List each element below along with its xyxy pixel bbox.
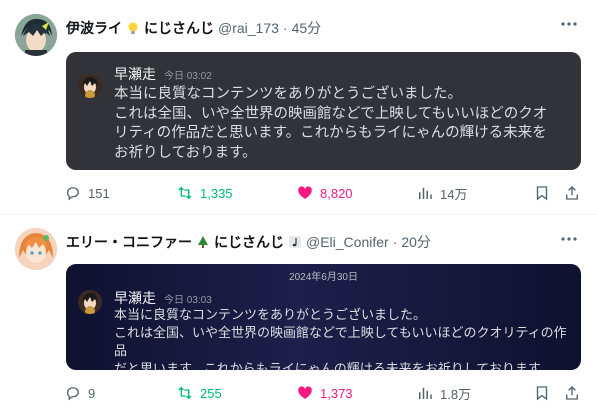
card-avatar (78, 290, 102, 314)
reply-button[interactable]: 9 (64, 381, 95, 405)
more-icon[interactable] (559, 229, 579, 249)
action-bar: 9 255 1,373 1.8万 (60, 381, 587, 405)
card-header: 早瀬走 今日 03:03 (114, 288, 212, 308)
card-line: 本当に良質なコンテンツをありがとうございました。 (114, 307, 427, 322)
share-button[interactable] (563, 381, 581, 405)
card-line: これは全国、いや全世界の映画館などで上映してもいいほどのクオリティの作品 (114, 325, 567, 358)
repost-count: 255 (200, 385, 222, 401)
post-eli[interactable]: エリー・コニファー にじさんじ @Eli_Conifer · 20分 2024年… (0, 0, 597, 402)
like-button[interactable]: 1,373 (296, 381, 353, 405)
display-name[interactable]: エリー・コニファー (66, 232, 192, 252)
views-count: 1.8万 (440, 386, 472, 402)
repost-icon (178, 386, 192, 400)
card-date-divider: 2024年6月30日 (289, 272, 358, 283)
heart-icon (298, 386, 312, 399)
handle[interactable]: @Eli_Conifer (306, 234, 389, 250)
reply-count: 9 (88, 385, 96, 401)
post-time[interactable]: 20分 (401, 232, 431, 252)
bookmark-button[interactable] (533, 381, 551, 405)
card-message: 本当に良質なコンテンツをありがとうございました。 これは全国、いや全世界の映画館… (114, 306, 569, 370)
repost-button[interactable]: 255 (176, 381, 222, 405)
reply-icon (66, 387, 79, 401)
views-button[interactable]: 1.8万 (416, 381, 471, 405)
post-divider (0, 214, 597, 215)
tree-emoji-icon (196, 235, 210, 249)
card-timestamp: 今日 03:03 (164, 295, 212, 306)
display-name-suffix[interactable]: にじさんじ (214, 232, 284, 252)
card-author: 早瀬走 (114, 290, 156, 306)
like-count: 1,373 (320, 385, 353, 401)
music-note-emoji-icon (288, 235, 302, 249)
embedded-discord-card[interactable]: 2024年6月30日 早瀬走 今日 03:03 本当に良質なコンテンツをありがと… (66, 264, 581, 370)
card-line: だと思います。これからもライにゃんの輝ける未来をお祈りしております。 (114, 361, 553, 370)
views-icon (419, 387, 432, 399)
post-header: エリー・コニファー にじさんじ @Eli_Conifer · 20分 (66, 232, 537, 252)
avatar[interactable] (15, 228, 57, 270)
bookmark-icon (536, 386, 548, 401)
separator-dot: · (392, 234, 398, 250)
share-icon (566, 386, 578, 400)
